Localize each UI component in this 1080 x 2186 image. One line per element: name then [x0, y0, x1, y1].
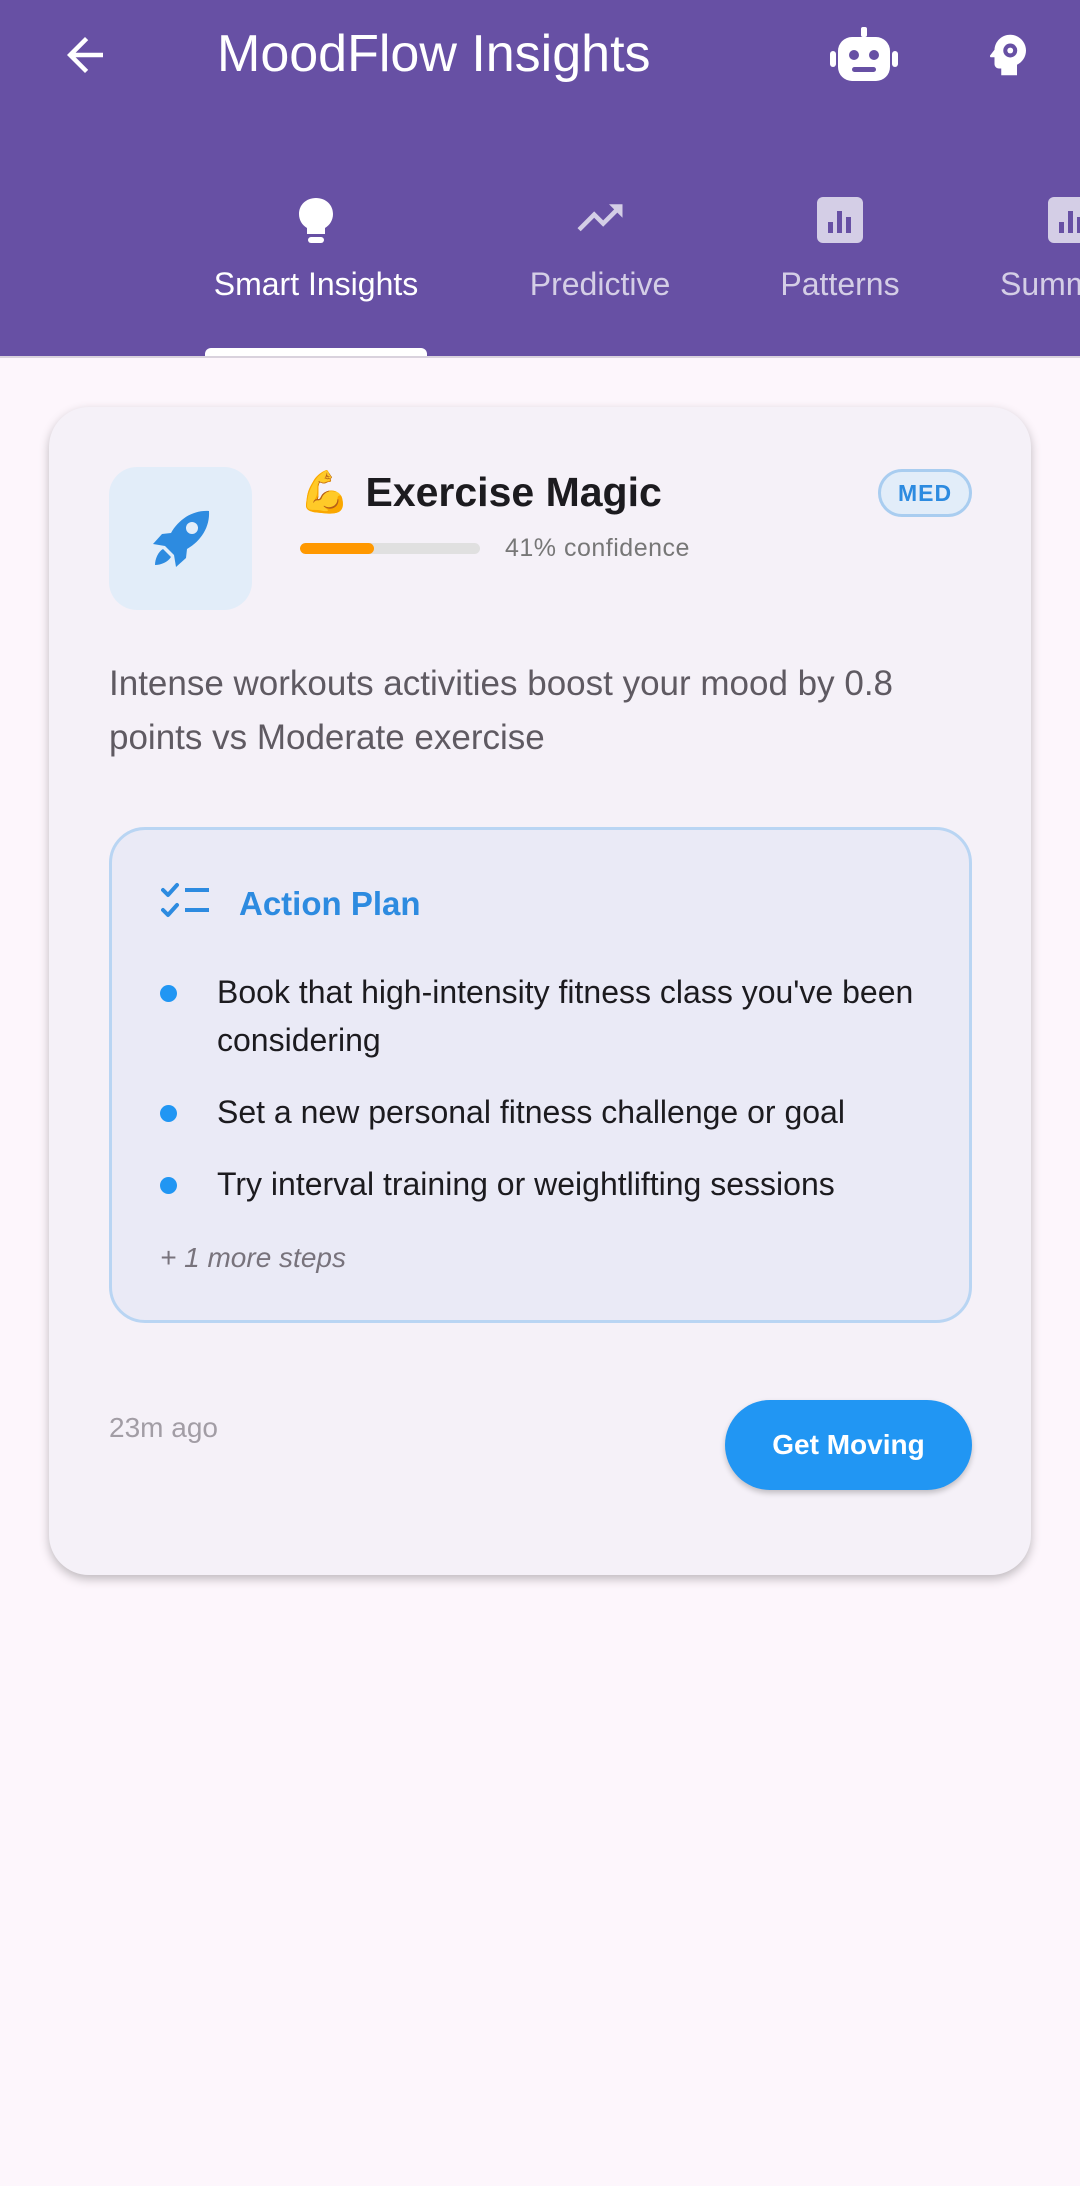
- psychology-icon: [989, 34, 1026, 76]
- action-plan-item-text: Book that high-intensity fitness class y…: [217, 974, 914, 1058]
- action-plan-item: Set a new personal fitness challenge or …: [160, 1088, 940, 1136]
- back-button[interactable]: [50, 20, 120, 90]
- insight-title-text: Exercise Magic: [365, 469, 662, 515]
- divider: [0, 356, 1080, 358]
- action-plan-item-text: Set a new personal fitness challenge or …: [217, 1094, 845, 1130]
- insights-settings-button[interactable]: [970, 20, 1046, 90]
- tab-predictive[interactable]: Predictive: [510, 180, 690, 356]
- flexed-biceps-emoji: 💪: [299, 469, 351, 515]
- action-plan-item: Book that high-intensity fitness class y…: [160, 968, 940, 1064]
- insight-icon-tile: [109, 467, 252, 610]
- tab-label: Smart Insights: [213, 266, 419, 302]
- action-plan-item: Try interval training or weightlifting s…: [160, 1160, 940, 1208]
- tab-smart-insights[interactable]: Smart Insights: [205, 180, 427, 356]
- tab-bar: Smart Insights Predictive Patterns Summ: [0, 180, 1080, 356]
- action-plan-box: Action Plan Book that high-intensity fit…: [109, 827, 972, 1323]
- action-plan-item-text: Try interval training or weightlifting s…: [217, 1166, 835, 1202]
- lightbulb-icon: [299, 198, 333, 243]
- bullet: [160, 1177, 177, 1194]
- tab-patterns[interactable]: Patterns: [765, 180, 915, 356]
- robot-icon: [830, 27, 898, 81]
- tab-label: Predictive: [529, 266, 671, 302]
- checklist-icon: [161, 883, 209, 917]
- more-steps-label: + 1 more steps: [160, 1242, 346, 1273]
- confidence-label: 41% confidence: [505, 534, 690, 562]
- trending-up-icon: [577, 204, 623, 232]
- confidence-bar-fill: [300, 543, 374, 554]
- priority-badge: MED: [878, 469, 972, 517]
- app-bar: MoodFlow Insights Smart Insights Predict…: [0, 0, 1080, 356]
- app-title: MoodFlow Insights: [217, 25, 651, 83]
- bar-chart-icon: [1048, 197, 1080, 243]
- tab-summary[interactable]: Summ: [1000, 180, 1080, 356]
- rocket-icon: [152, 510, 209, 567]
- tab-label: Patterns: [780, 266, 900, 302]
- insight-description: Intense workouts activities boost your m…: [109, 664, 894, 757]
- insight-timestamp: 23m ago: [109, 1412, 218, 1443]
- insight-card[interactable]: 💪 Exercise Magic 41% confidence MED Inte…: [49, 407, 1031, 1575]
- arrow-back-icon: [67, 37, 103, 73]
- confidence-bar: [300, 543, 480, 554]
- bar-chart-icon: [817, 197, 863, 243]
- bullet: [160, 985, 177, 1002]
- tab-label: Summ: [1000, 266, 1080, 302]
- bullet: [160, 1105, 177, 1122]
- insight-title: 💪 Exercise Magic: [299, 467, 662, 517]
- active-tab-indicator: [205, 348, 427, 356]
- ai-assistant-button[interactable]: [826, 20, 902, 90]
- get-moving-button[interactable]: Get Moving: [725, 1400, 972, 1490]
- action-plan-title: Action Plan: [239, 885, 421, 922]
